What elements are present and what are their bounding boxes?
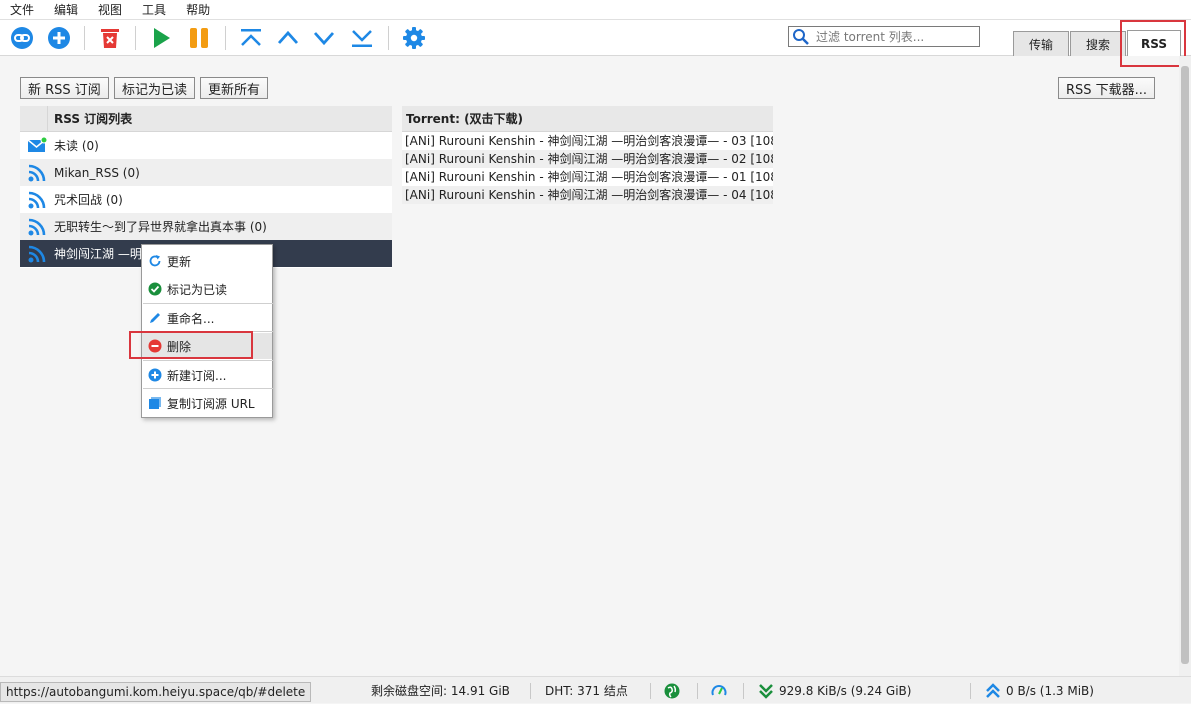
move-bottom-button[interactable] — [349, 25, 375, 51]
filter-input[interactable] — [814, 28, 974, 45]
mail-icon — [20, 136, 54, 155]
upload-speed: 0 B/s (1.3 MiB) — [985, 677, 1094, 704]
search-icon — [793, 28, 809, 45]
menu-view[interactable]: 视图 — [88, 0, 132, 20]
rss-downloader-button[interactable]: RSS 下载器... — [1058, 77, 1156, 99]
update-all-button[interactable]: 更新所有 — [200, 77, 269, 99]
status-url: https://autobangumi.kom.heiyu.space/qb/#… — [0, 682, 312, 702]
context-menu-label: 复制订阅源 URL — [167, 396, 255, 411]
globe-icon[interactable] — [664, 677, 680, 704]
feed-item-mushoku[interactable]: 无职转生～到了异世界就拿出真本事 (0) — [20, 213, 392, 240]
download-speed-text: 929.8 KiB/s (9.24 GiB) — [779, 683, 912, 698]
move-top-button[interactable] — [238, 25, 264, 51]
context-menu-label: 新建订阅... — [167, 368, 227, 383]
menu-help[interactable]: 帮助 — [176, 0, 220, 20]
move-up-button[interactable] — [275, 25, 301, 51]
scrollbar-thumb[interactable] — [1181, 66, 1189, 664]
toolbar: 传输 搜索 RSS — [0, 20, 1191, 56]
torrent-list-header: Torrent: (双击下载) — [402, 106, 773, 132]
delete-button[interactable] — [97, 25, 123, 51]
rss-icon — [20, 217, 54, 237]
feed-context-menu: 更新 标记为已读 重命名... 删除 新建订阅... 复制订阅源 URL — [141, 244, 273, 418]
torrent-item[interactable]: [ANi] Rurouni Kenshin - 神剑闯江湖 —明治剑客浪漫谭— … — [402, 168, 773, 186]
pause-icon — [190, 28, 208, 48]
context-menu-copy-url[interactable]: 复制订阅源 URL — [142, 390, 272, 416]
dht-nodes: DHT: 371 结点 — [545, 684, 628, 698]
move-bottom-icon — [352, 30, 372, 47]
download-speed: 929.8 KiB/s (9.24 GiB) — [758, 677, 911, 704]
options-button[interactable] — [401, 25, 427, 51]
context-menu-delete[interactable]: 删除 — [142, 333, 272, 359]
context-menu-mark-read[interactable]: 标记为已读 — [142, 276, 272, 302]
link-icon — [11, 27, 33, 49]
download-arrow-icon — [759, 683, 773, 699]
menu-file[interactable]: 文件 — [0, 0, 44, 20]
feed-item-unread[interactable]: 未读 (0) — [20, 132, 392, 159]
plus-icon — [48, 27, 70, 49]
rss-icon — [20, 244, 54, 264]
tab-search[interactable]: 搜索 — [1070, 31, 1126, 56]
feed-item-label: 未读 (0) — [54, 139, 99, 153]
context-menu-update[interactable]: 更新 — [142, 248, 272, 274]
rss-icon — [20, 190, 54, 210]
move-top-icon — [241, 29, 261, 46]
plus-circle-icon — [148, 368, 162, 382]
play-icon — [154, 28, 170, 48]
feed-item-label: Mikan_RSS (0) — [54, 165, 140, 180]
copy-icon — [148, 396, 162, 410]
context-menu-new-subscription[interactable]: 新建订阅... — [142, 362, 272, 388]
refresh-icon — [148, 254, 162, 268]
move-down-button[interactable] — [311, 25, 337, 51]
pencil-icon — [148, 311, 162, 325]
add-torrent-button[interactable] — [46, 25, 72, 51]
minus-circle-icon — [148, 339, 162, 353]
torrent-item[interactable]: [ANi] Rurouni Kenshin - 神剑闯江湖 —明治剑客浪漫谭— … — [402, 186, 773, 204]
feed-item-label: 无职转生～到了异世界就拿出真本事 (0) — [54, 220, 267, 234]
status-bar: https://autobangumi.kom.heiyu.space/qb/#… — [0, 676, 1191, 703]
rss-icon — [20, 163, 54, 183]
disk-space: 剩余磁盘空间: 14.91 GiB — [371, 684, 510, 698]
feed-list-header: RSS 订阅列表 — [20, 105, 392, 132]
tab-transfers[interactable]: 传输 — [1013, 31, 1069, 56]
context-menu-label: 更新 — [167, 254, 192, 269]
vertical-scrollbar[interactable] — [1179, 56, 1191, 676]
check-circle-icon — [148, 282, 162, 296]
context-menu-label: 标记为已读 — [167, 282, 228, 297]
tab-rss[interactable]: RSS — [1127, 30, 1181, 56]
context-menu-label: 删除 — [167, 339, 192, 354]
menu-bar: 文件 编辑 视图 工具 帮助 — [0, 0, 1191, 20]
menu-edit[interactable]: 编辑 — [44, 0, 88, 20]
add-link-button[interactable] — [9, 25, 35, 51]
upload-arrow-icon — [986, 682, 1000, 698]
context-menu-label: 重命名... — [167, 311, 215, 326]
resume-button[interactable] — [148, 25, 174, 51]
gear-icon — [403, 27, 425, 49]
chevron-down-icon — [313, 32, 335, 46]
trash-icon — [101, 29, 119, 48]
chevron-up-icon — [277, 30, 299, 44]
feed-item-mikan-rss[interactable]: Mikan_RSS (0) — [20, 159, 392, 186]
torrent-item[interactable]: [ANi] Rurouni Kenshin - 神剑闯江湖 —明治剑客浪漫谭— … — [402, 132, 773, 150]
new-rss-feed-button[interactable]: 新 RSS 订阅 — [20, 77, 109, 99]
feed-list-title: RSS 订阅列表 — [54, 112, 133, 126]
torrent-list-panel: Torrent: (双击下载) [ANi] Rurouni Kenshin - … — [402, 106, 773, 204]
feed-item-label: 咒术回战 (0) — [54, 193, 123, 207]
torrent-item[interactable]: [ANi] Rurouni Kenshin - 神剑闯江湖 —明治剑客浪漫谭— … — [402, 150, 773, 168]
feed-item-jujutsu[interactable]: 咒术回战 (0) — [20, 186, 392, 213]
filter-field[interactable] — [788, 26, 980, 47]
context-menu-rename[interactable]: 重命名... — [142, 305, 272, 331]
menu-tools[interactable]: 工具 — [132, 0, 176, 20]
upload-speed-text: 0 B/s (1.3 MiB) — [1006, 683, 1094, 698]
mark-read-button[interactable]: 标记为已读 — [114, 77, 196, 99]
speed-limit-icon[interactable] — [711, 677, 727, 704]
pause-button[interactable] — [186, 25, 212, 51]
